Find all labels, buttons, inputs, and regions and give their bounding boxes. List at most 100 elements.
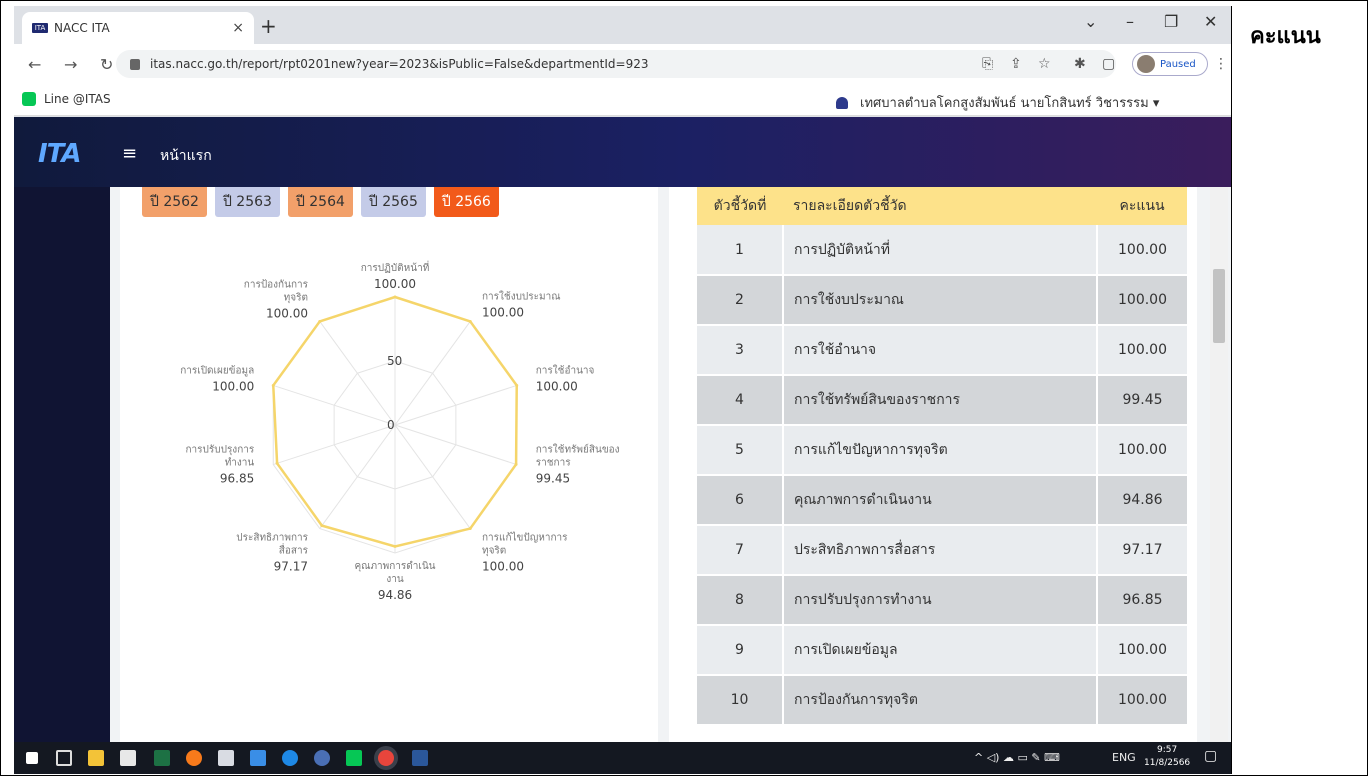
clock[interactable]: 9:57 11/8/2566	[1144, 744, 1190, 770]
forward-icon[interactable]: →	[64, 55, 86, 74]
file-explorer-icon[interactable]	[88, 750, 104, 766]
restore-icon[interactable]: ❐	[1164, 12, 1178, 31]
data-point-1	[468, 319, 472, 323]
table-row: 4 การใช้ทรัพย์สินของราชการ 99.45	[697, 375, 1187, 426]
cell-desc: การใช้งบประมาณ	[782, 275, 1098, 326]
year-tab-3[interactable]: ปี 2565	[360, 187, 426, 217]
data-point-0	[393, 295, 397, 299]
table-row: 1 การปฏิบัติหน้าที่ 100.00	[697, 225, 1187, 276]
data-point-3	[514, 462, 518, 466]
cell-score: 97.17	[1097, 525, 1187, 576]
grid-spoke-6	[319, 424, 396, 529]
app-icon[interactable]	[218, 750, 234, 766]
table-header-row: ตัวชี้วัดที่ รายละเอียดตัวชี้วัด คะแนน	[697, 187, 1187, 225]
tab-search-icon[interactable]: ⌄	[1084, 12, 1097, 31]
radar-chart: 0 50 การปฏิบัติหน้าที่ 100.00 การใช้งบประมาณ…	[180, 260, 620, 602]
cell-no: 2	[697, 275, 783, 326]
bookmark-bar: Line @ITAS เทศบาลตำบลโคกสูงสัมพันธ์ นายโ…	[14, 84, 1231, 116]
bookmark-label: Line @ITAS	[44, 92, 111, 106]
side-panel-icon[interactable]: ▢	[1102, 56, 1115, 72]
axis-label-5: คุณภาพการดำเนิน	[354, 561, 435, 572]
cell-desc: คุณภาพการดำเนินงาน	[782, 475, 1098, 526]
notification-icon[interactable]: ▢	[1204, 748, 1217, 764]
data-point-8	[271, 383, 275, 387]
star-icon[interactable]: ☆	[1038, 56, 1051, 72]
close-tab-icon[interactable]: ×	[232, 20, 244, 36]
store-icon[interactable]	[120, 750, 136, 766]
cell-no: 6	[697, 475, 783, 526]
cell-no: 3	[697, 325, 783, 376]
task-view-icon[interactable]	[56, 750, 72, 766]
windows-start-icon[interactable]	[26, 752, 38, 764]
app-header: ITA ≡ หน้าแรก	[14, 117, 1231, 187]
home-link[interactable]: หน้าแรก	[160, 145, 212, 167]
value-label-0: 100.00	[374, 277, 416, 291]
bell-icon[interactable]	[836, 96, 848, 109]
bookmark-line-itas[interactable]: Line @ITAS	[22, 92, 111, 106]
system-tray-icons[interactable]: ^ ◁) ☁ ▭ ✎ ⌨	[974, 751, 1060, 764]
cell-no: 10	[697, 675, 783, 726]
cell-score: 100.00	[1097, 225, 1187, 276]
chrome-icon[interactable]	[378, 750, 394, 766]
ita-logo[interactable]: ITA	[38, 139, 82, 169]
cell-no: 4	[697, 375, 783, 426]
table-row: 8 การปรับปรุงการทำงาน 96.85	[697, 575, 1187, 626]
axis-label-7: ทำงาน	[225, 458, 255, 469]
profile-status: Paused	[1160, 58, 1196, 70]
year-tab-1[interactable]: ปี 2563	[214, 187, 280, 217]
translate-icon[interactable]: ⎘	[982, 56, 993, 72]
table-row: 9 การเปิดเผยข้อมูล 100.00	[697, 625, 1187, 676]
year-tab-4[interactable]: ปี 2566	[433, 187, 499, 217]
value-label-5: 94.86	[378, 588, 412, 602]
axis-label-3: การใช้ทรัพย์สินของ	[536, 444, 620, 456]
extensions-icon[interactable]: ✱	[1074, 56, 1086, 72]
address-bar: ← → ↻ itas.nacc.go.th/report/rpt0201new?…	[14, 44, 1231, 84]
minimize-icon[interactable]: –	[1126, 12, 1134, 31]
score-table: ตัวชี้วัดที่ รายละเอียดตัวชี้วัด คะแนน 1…	[697, 187, 1187, 726]
cell-desc: การใช้อำนาจ	[782, 325, 1098, 376]
table-row: 7 ประสิทธิภาพการสื่อสาร 97.17	[697, 525, 1187, 576]
cell-desc: ประสิทธิภาพการสื่อสาร	[782, 525, 1098, 576]
year-tab-0[interactable]: ปี 2562	[142, 187, 207, 217]
menu-icon[interactable]: ⋮	[1214, 56, 1228, 72]
cell-no: 9	[697, 625, 783, 676]
url-field[interactable]: itas.nacc.go.th/report/rpt0201new?year=2…	[116, 50, 1116, 78]
sidebar	[14, 187, 110, 742]
data-point-2	[515, 383, 519, 387]
axis-label-6: สื่อสาร	[279, 543, 309, 557]
line-app-icon[interactable]	[346, 750, 362, 766]
app-icon-2[interactable]	[250, 750, 266, 766]
avatar	[1137, 55, 1155, 73]
excel-icon[interactable]	[154, 750, 170, 766]
cell-score: 96.85	[1097, 575, 1187, 626]
cell-desc: การเปิดเผยข้อมูล	[782, 625, 1098, 676]
scrollbar-thumb[interactable]	[1213, 269, 1225, 343]
edge-icon[interactable]	[282, 750, 298, 766]
hamburger-menu-icon[interactable]: ≡	[122, 143, 137, 164]
browser-tab[interactable]: ITA NACC ITA ×	[22, 12, 254, 44]
grid-spoke-1	[394, 321, 471, 426]
data-point-4	[468, 527, 472, 531]
language-indicator[interactable]: ENG	[1112, 751, 1136, 764]
ita-favicon-icon: ITA	[32, 23, 48, 33]
cell-desc: การใช้ทรัพย์สินของราชการ	[782, 375, 1098, 426]
header-score: คะแนน	[1097, 187, 1187, 225]
cell-desc: การแก้ไขปัญหาการทุจริต	[782, 425, 1098, 476]
cell-no: 7	[697, 525, 783, 576]
new-tab-icon[interactable]: +	[260, 14, 277, 38]
user-menu[interactable]: เทศบาลตำบลโคกสูงสัมพันธ์ นายโกสินทร์ วิช…	[836, 92, 1159, 113]
header-indicator-no: ตัวชี้วัดที่	[697, 187, 783, 225]
word-icon[interactable]	[412, 750, 428, 766]
year-tab-2[interactable]: ปี 2564	[287, 187, 353, 217]
firefox-icon[interactable]	[186, 750, 202, 766]
app-icon-3[interactable]	[314, 750, 330, 766]
share-icon[interactable]: ⇪	[1010, 56, 1022, 72]
close-window-icon[interactable]: ✕	[1204, 12, 1217, 31]
profile-button[interactable]: Paused	[1132, 52, 1208, 76]
axis-label-2: การใช้อำนาจ	[536, 364, 595, 376]
axis-label-4: ทุจริต	[482, 546, 506, 557]
lock-icon	[130, 58, 140, 70]
back-icon[interactable]: ←	[28, 55, 50, 74]
cell-no: 8	[697, 575, 783, 626]
line-icon	[22, 92, 36, 106]
